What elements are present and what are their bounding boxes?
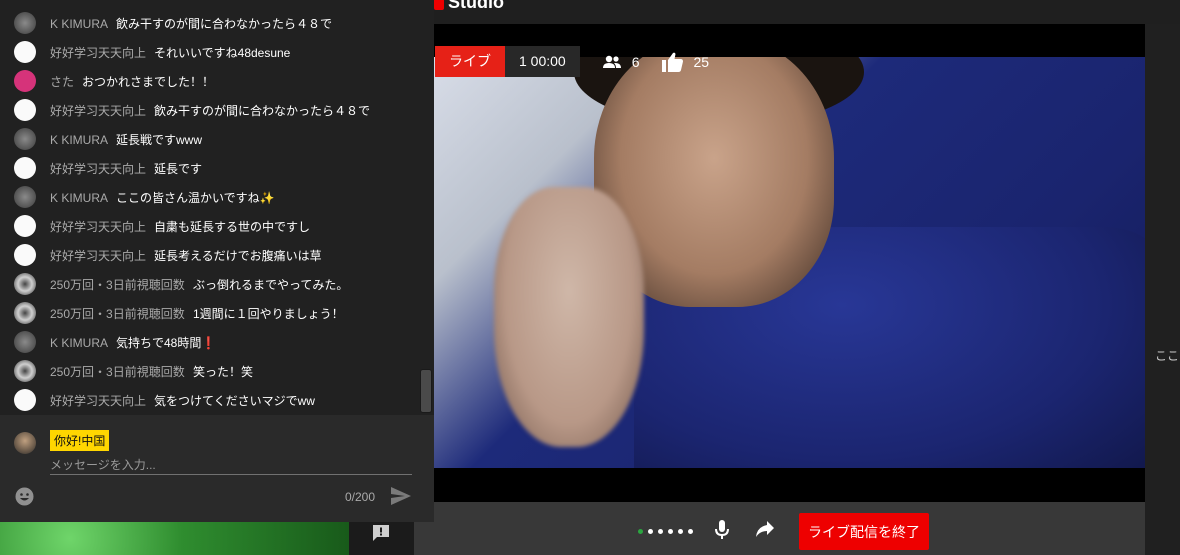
right-panel: ここ: [1145, 24, 1180, 555]
status-dot: [668, 529, 673, 534]
end-stream-button[interactable]: ライブ配信を終了: [799, 513, 929, 550]
avatar[interactable]: [14, 302, 36, 324]
youtube-logo-icon: [434, 0, 444, 10]
studio-logo[interactable]: Studio: [434, 0, 504, 13]
chat-message-input[interactable]: [50, 456, 412, 475]
chat-author-name[interactable]: 好好学习天天向上: [50, 160, 146, 177]
studio-header: Studio: [414, 0, 1180, 24]
thumbs-up-icon: [661, 52, 683, 72]
chat-message[interactable]: 好好学习天天向上 自粛も延長する世の中ですし: [0, 212, 420, 241]
chat-author-name[interactable]: K KIMURA: [50, 336, 108, 350]
microphone-icon[interactable]: [715, 520, 729, 540]
chat-message[interactable]: 好好学习天天向上 気をつけてくださいマジでww: [0, 386, 420, 415]
chat-message[interactable]: 250万回・3日前視聴回数 1週間に１回やりましょう！: [0, 299, 420, 328]
chat-message[interactable]: K KIMURA 飲み干すのが間に合わなかったら４８で: [0, 9, 420, 38]
like-count: 25: [661, 52, 710, 72]
viewers-icon: [602, 55, 621, 68]
status-dot: [638, 529, 643, 534]
connection-status-dots: [638, 529, 693, 534]
chat-author-name[interactable]: 250万回・3日前視聴回数: [50, 363, 185, 380]
status-dot: [658, 529, 663, 534]
chat-author-name[interactable]: 好好学习天天向上: [50, 44, 146, 61]
chat-message-text: それいいですね48desune: [154, 46, 291, 60]
chat-author-name[interactable]: 好好学习天天向上: [50, 247, 146, 264]
elapsed-time: 1 00:00: [505, 46, 580, 77]
right-panel-text: ここ: [1155, 349, 1180, 363]
studio-logo-text: Studio: [448, 0, 504, 12]
live-status-badge: ライブ: [435, 46, 505, 77]
thumbnail-preview: [0, 522, 349, 555]
chat-input-area: 你好!中国 0/200: [0, 415, 434, 522]
char-counter: 0/200: [345, 490, 376, 504]
avatar: [14, 432, 36, 454]
avatar[interactable]: [14, 70, 36, 92]
avatar[interactable]: [14, 186, 36, 208]
viewer-count-value: 6: [631, 53, 640, 70]
chat-author-name[interactable]: さた: [50, 73, 74, 90]
avatar[interactable]: [14, 41, 36, 63]
chat-message-text: 気持ちで48時間❗: [116, 336, 217, 350]
chat-message[interactable]: さた おつかれさまでした！！: [0, 67, 420, 96]
chat-message-text: 延長です: [154, 162, 203, 176]
share-icon[interactable]: [755, 520, 775, 538]
chat-message-text: 気をつけてくださいマジでww: [154, 394, 315, 408]
feedback-icon[interactable]: [372, 524, 390, 542]
live-chat-panel: K KIMURA 飲み干すのが間に合わなかったら４８で 好好学习天天向上 それいいです…: [0, 0, 434, 415]
chat-message-text: 飲み干すのが間に合わなかったら４８で: [154, 104, 371, 118]
emoji-icon[interactable]: [15, 487, 34, 506]
chat-message[interactable]: K KIMURA ここの皆さん温かいですね✨: [0, 183, 420, 212]
avatar[interactable]: [14, 12, 36, 34]
chat-message-text: 笑った！笑: [193, 365, 254, 379]
chat-author-name[interactable]: 好好学习天天向上: [50, 102, 146, 119]
chat-scrollbar[interactable]: [420, 369, 432, 413]
avatar[interactable]: [14, 157, 36, 179]
chat-author-name[interactable]: 250万回・3日前視聴回数: [50, 276, 185, 293]
chat-author-name[interactable]: 250万回・3日前視聴回数: [50, 305, 185, 322]
chat-message-text: ぶっ倒れるまでやってみた。: [193, 278, 349, 292]
viewer-count: 6: [602, 54, 640, 70]
avatar[interactable]: [14, 215, 36, 237]
stream-preview: [414, 24, 1145, 502]
status-dot: [648, 529, 653, 534]
avatar[interactable]: [14, 360, 36, 382]
chat-message-text: 1週間に１回やりましょう！: [193, 307, 344, 321]
avatar[interactable]: [14, 128, 36, 150]
like-count-value: 25: [693, 53, 710, 70]
avatar[interactable]: [14, 99, 36, 121]
chat-author-name[interactable]: K KIMURA: [50, 17, 108, 31]
chat-message-text: 延長考えるだけでお腹痛いは草: [154, 249, 322, 263]
stream-controls: ライブ配信を終了: [414, 502, 1145, 555]
chat-author-name[interactable]: 好好学习天天向上: [50, 392, 146, 409]
chat-message-text: おつかれさまでした！！: [82, 75, 215, 89]
chat-message[interactable]: K KIMURA 気持ちで48時間❗: [0, 328, 420, 357]
chat-message-text: 飲み干すのが間に合わなかったら４８で: [116, 17, 333, 31]
status-dot: [688, 529, 693, 534]
current-user-name: 你好!中国: [50, 430, 110, 451]
stream-stats: ライブ 1 00:00 6 25: [435, 46, 709, 77]
feedback-area: [349, 522, 414, 555]
chat-author-name[interactable]: 好好学习天天向上: [50, 218, 146, 235]
send-icon[interactable]: [391, 487, 411, 505]
status-dot: [678, 529, 683, 534]
chat-message[interactable]: 250万回・3日前視聴回数 ぶっ倒れるまでやってみた。: [0, 270, 420, 299]
avatar[interactable]: [14, 273, 36, 295]
chat-message-text: 延長戦ですwww: [116, 133, 202, 147]
chat-message[interactable]: 250万回・3日前視聴回数 笑った！笑: [0, 357, 420, 386]
chat-message-text: 自粛も延長する世の中ですし: [154, 220, 311, 234]
avatar[interactable]: [14, 389, 36, 411]
chat-message[interactable]: K KIMURA 延長戦ですwww: [0, 125, 420, 154]
chat-message[interactable]: 好好学习天天向上 飲み干すのが間に合わなかったら４８で: [0, 96, 420, 125]
avatar[interactable]: [14, 331, 36, 353]
chat-author-name[interactable]: K KIMURA: [50, 133, 108, 147]
chat-message[interactable]: 好好学习天天向上 延長考えるだけでお腹痛いは草: [0, 241, 420, 270]
chat-message[interactable]: 好好学习天天向上 延長です: [0, 154, 420, 183]
video-preview: [434, 57, 1145, 468]
chat-message[interactable]: 好好学习天天向上 それいいですね48desune: [0, 38, 420, 67]
chat-author-name[interactable]: K KIMURA: [50, 191, 108, 205]
avatar[interactable]: [14, 244, 36, 266]
chat-message-text: ここの皆さん温かいですね✨: [116, 191, 275, 205]
